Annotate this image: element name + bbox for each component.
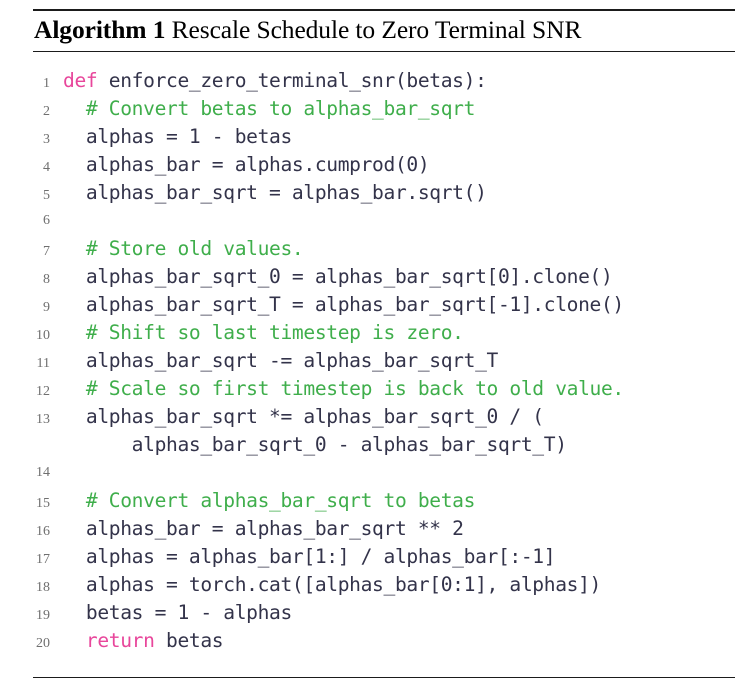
code-plain: enforce_zero_terminal_snr(betas): bbox=[97, 69, 487, 93]
code-line: 18 alphas = torch.cat([alphas_bar[0:1], … bbox=[33, 571, 735, 599]
code-line: 11 alphas_bar_sqrt -= alphas_bar_sqrt_T bbox=[33, 347, 735, 375]
code-line: 2 # Convert betas to alphas_bar_sqrt bbox=[33, 95, 735, 123]
code-plain: alphas = alphas_bar[1:] / alphas_bar[:-1… bbox=[63, 545, 556, 569]
code-line-number: 2 bbox=[43, 104, 50, 120]
code-comment: # Scale so first timestep is back to old… bbox=[63, 377, 624, 401]
code-plain: alphas_bar_sqrt_0 - alphas_bar_sqrt_T) bbox=[63, 433, 567, 457]
code-line: 4 alphas_bar = alphas.cumprod(0) bbox=[33, 151, 735, 179]
code-plain: alphas = torch.cat([alphas_bar[0:1], alp… bbox=[63, 573, 601, 597]
code-line: 1 def enforce_zero_terminal_snr(betas): bbox=[33, 67, 735, 95]
code-plain: alphas_bar_sqrt_0 = alphas_bar_sqrt[0].c… bbox=[63, 265, 613, 289]
code-line: alphas_bar_sqrt_0 - alphas_bar_sqrt_T) bbox=[33, 431, 735, 459]
code-line: 14 bbox=[33, 459, 735, 487]
code-line-text: betas = 1 - alphas bbox=[63, 599, 735, 627]
code-line-text: # Store old values. bbox=[63, 235, 735, 263]
code-line-text: alphas_bar = alphas.cumprod(0) bbox=[63, 151, 735, 179]
code-line-number: 1 bbox=[43, 76, 50, 92]
code-line: 16 alphas_bar = alphas_bar_sqrt ** 2 bbox=[33, 515, 735, 543]
code-line-number: 14 bbox=[36, 465, 50, 481]
code-line-number: 18 bbox=[36, 580, 50, 596]
code-plain: alphas_bar = alphas.cumprod(0) bbox=[63, 153, 430, 177]
code-comment: # Convert alphas_bar_sqrt to betas bbox=[63, 489, 476, 513]
code-line-text: alphas_bar_sqrt = alphas_bar.sqrt() bbox=[63, 179, 735, 207]
code-line-number: 6 bbox=[43, 213, 50, 229]
code-line-number: 9 bbox=[43, 300, 50, 316]
code-line-text: alphas = 1 - betas bbox=[63, 123, 735, 151]
code-line-text: # Scale so first timestep is back to old… bbox=[63, 375, 735, 403]
code-line-text: def enforce_zero_terminal_snr(betas): bbox=[63, 67, 735, 95]
code-line-number: 4 bbox=[43, 160, 50, 176]
code-comment: # Convert betas to alphas_bar_sqrt bbox=[63, 97, 476, 121]
code-line-number: 19 bbox=[36, 608, 50, 624]
code-line-number: 3 bbox=[43, 132, 50, 148]
code-line-number: 13 bbox=[36, 412, 50, 428]
code-line: 20 return betas bbox=[33, 627, 735, 655]
code-plain: alphas_bar = alphas_bar_sqrt ** 2 bbox=[63, 517, 464, 541]
code-plain: alphas = 1 - betas bbox=[63, 125, 292, 149]
code-line-text: alphas_bar = alphas_bar_sqrt ** 2 bbox=[63, 515, 735, 543]
code-line-text: # Convert alphas_bar_sqrt to betas bbox=[63, 487, 735, 515]
code-line-text: # Shift so last timestep is zero. bbox=[63, 319, 735, 347]
code-comment: # Store old values. bbox=[63, 237, 304, 261]
algorithm-bottom-rule bbox=[33, 677, 735, 679]
code-tail-space bbox=[33, 655, 735, 677]
code-line-number: 11 bbox=[36, 356, 50, 372]
code-line-number: 5 bbox=[43, 188, 50, 204]
code-line-number: 7 bbox=[43, 244, 50, 260]
code-line: 7 # Store old values. bbox=[33, 235, 735, 263]
algorithm-caption: Algorithm 1 Rescale Schedule to Zero Ter… bbox=[33, 11, 735, 48]
algorithm-label: Algorithm 1 bbox=[34, 15, 166, 44]
code-line: 3 alphas = 1 - betas bbox=[33, 123, 735, 151]
code-line-number: 12 bbox=[36, 384, 50, 400]
code-line: 17 alphas = alphas_bar[1:] / alphas_bar[… bbox=[33, 543, 735, 571]
code-plain: betas bbox=[154, 629, 224, 653]
code-plain: alphas_bar_sqrt *= alphas_bar_sqrt_0 / ( bbox=[63, 405, 544, 429]
code-line: 6 bbox=[33, 207, 735, 235]
code-line-text: alphas_bar_sqrt -= alphas_bar_sqrt_T bbox=[63, 347, 735, 375]
code-keyword: return bbox=[63, 629, 155, 653]
code-line-text: alphas_bar_sqrt *= alphas_bar_sqrt_0 / ( bbox=[63, 403, 735, 431]
code-line: 19 betas = 1 - alphas bbox=[33, 599, 735, 627]
code-line-text: # Convert betas to alphas_bar_sqrt bbox=[63, 95, 735, 123]
code-comment: # Shift so last timestep is zero. bbox=[63, 321, 464, 345]
code-line-text: alphas_bar_sqrt_0 = alphas_bar_sqrt[0].c… bbox=[63, 263, 735, 291]
code-line: 15 # Convert alphas_bar_sqrt to betas bbox=[33, 487, 735, 515]
algorithm-float: Algorithm 1 Rescale Schedule to Zero Ter… bbox=[33, 0, 735, 679]
code-line-number: 10 bbox=[36, 328, 50, 344]
code-line: 5 alphas_bar_sqrt = alphas_bar.sqrt() bbox=[33, 179, 735, 207]
code-line-number: 16 bbox=[36, 524, 50, 540]
code-plain: alphas_bar_sqrt_T = alphas_bar_sqrt[-1].… bbox=[63, 293, 624, 317]
code-line-text: alphas_bar_sqrt_T = alphas_bar_sqrt[-1].… bbox=[63, 291, 735, 319]
code-line-text: alphas = torch.cat([alphas_bar[0:1], alp… bbox=[63, 571, 735, 599]
code-line-number: 20 bbox=[36, 636, 50, 652]
code-line-text: alphas_bar_sqrt_0 - alphas_bar_sqrt_T) bbox=[63, 431, 735, 459]
algorithm-code-listing: 1 def enforce_zero_terminal_snr(betas): 2 … bbox=[33, 67, 735, 655]
code-line-text: alphas = alphas_bar[1:] / alphas_bar[:-1… bbox=[63, 543, 735, 571]
code-line-number: 8 bbox=[43, 272, 50, 288]
code-plain: alphas_bar_sqrt = alphas_bar.sqrt() bbox=[63, 181, 487, 205]
code-line-text: return betas bbox=[63, 627, 735, 655]
code-keyword: def bbox=[63, 69, 98, 93]
code-line: 8 alphas_bar_sqrt_0 = alphas_bar_sqrt[0]… bbox=[33, 263, 735, 291]
code-line-number: 15 bbox=[36, 496, 50, 512]
code-line: 9 alphas_bar_sqrt_T = alphas_bar_sqrt[-1… bbox=[33, 291, 735, 319]
algorithm-title: Rescale Schedule to Zero Terminal SNR bbox=[171, 15, 582, 44]
code-line: 10 # Shift so last timestep is zero. bbox=[33, 319, 735, 347]
code-line: 13 alphas_bar_sqrt *= alphas_bar_sqrt_0 … bbox=[33, 403, 735, 431]
code-line-number: 17 bbox=[36, 552, 50, 568]
code-plain: betas = 1 - alphas bbox=[63, 601, 292, 625]
code-line: 12 # Scale so first timestep is back to … bbox=[33, 375, 735, 403]
algorithm-caption-rule bbox=[33, 51, 735, 53]
code-plain: alphas_bar_sqrt -= alphas_bar_sqrt_T bbox=[63, 349, 498, 373]
